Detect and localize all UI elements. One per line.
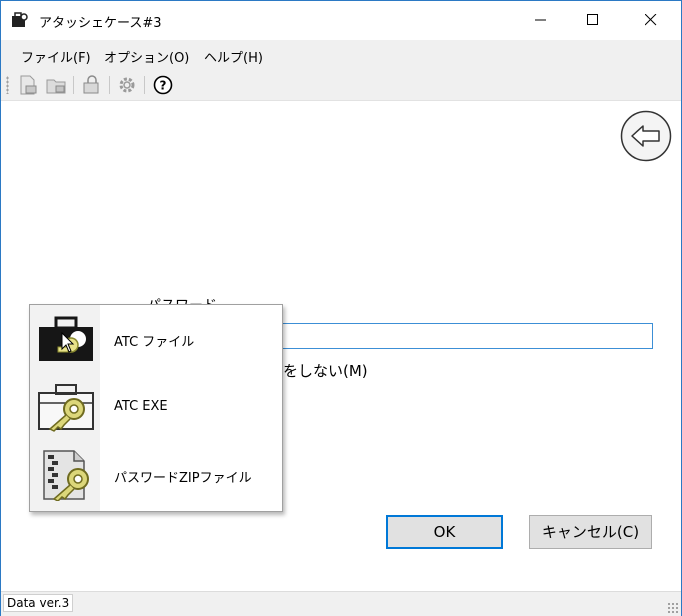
password-input[interactable] — [279, 323, 653, 349]
popup-item-label: パスワードZIPファイル — [114, 471, 252, 486]
resize-grip[interactable] — [667, 602, 679, 614]
back-arrow-button[interactable] — [620, 110, 672, 162]
ok-button[interactable]: OK — [386, 515, 503, 549]
menu-file[interactable]: ファイル(F) — [21, 47, 91, 66]
popup-item-label: ATC ファイル — [114, 335, 195, 350]
toolbar-separator — [109, 76, 110, 94]
title-bar[interactable]: アタッシェケース#3 — [1, 1, 681, 39]
maximize-icon — [587, 14, 598, 25]
help-icon[interactable]: ? — [152, 74, 174, 96]
settings-gear-icon[interactable] — [116, 74, 138, 96]
svg-text:?: ? — [160, 79, 167, 93]
close-button[interactable] — [628, 1, 674, 39]
toolbar-separator — [73, 76, 74, 94]
attache-case-app-icon — [12, 12, 28, 27]
popup-item-password-zip[interactable]: パスワードZIPファイル — [30, 441, 282, 509]
toolbar-grip[interactable] — [6, 76, 9, 94]
minimize-button[interactable] — [518, 1, 564, 39]
toolbar-separator — [144, 76, 145, 94]
minimize-icon — [535, 19, 546, 21]
menu-help[interactable]: ヘルプ(H) — [204, 47, 263, 66]
app-window: アタッシェケース#3 ファイル(F) オプション(O) ヘルプ(H) ? をしな… — [0, 0, 682, 616]
password-zip-file-icon — [43, 450, 89, 501]
close-icon — [645, 14, 657, 26]
cancel-button[interactable]: キャンセル(C) — [529, 515, 652, 549]
popup-item-atc-file[interactable]: ATC ファイル — [30, 305, 282, 373]
data-version-label: Data ver.3 — [3, 594, 74, 612]
maximize-button[interactable] — [570, 1, 616, 39]
popup-item-atc-exe[interactable]: ATC EXE — [30, 373, 282, 441]
lock-icon[interactable] — [81, 74, 103, 96]
atc-exe-icon — [38, 384, 94, 432]
output-format-popup-menu: ATC ファイル ATC EXE パスワードZIPファイル — [29, 304, 283, 512]
toolbar: ? — [1, 70, 681, 101]
menu-bar: ファイル(F) オプション(O) ヘルプ(H) — [1, 40, 681, 70]
encrypt-file-icon[interactable] — [17, 74, 39, 96]
menu-options[interactable]: オプション(O) — [104, 47, 189, 66]
status-bar: Data ver.3 — [1, 591, 681, 616]
atc-file-icon — [39, 316, 93, 361]
popup-item-label: ATC EXE — [114, 399, 168, 414]
decrypt-file-icon[interactable] — [45, 74, 67, 96]
window-title: アタッシェケース#3 — [39, 16, 162, 31]
checkbox-label[interactable]: をしない(M) — [283, 360, 368, 381]
